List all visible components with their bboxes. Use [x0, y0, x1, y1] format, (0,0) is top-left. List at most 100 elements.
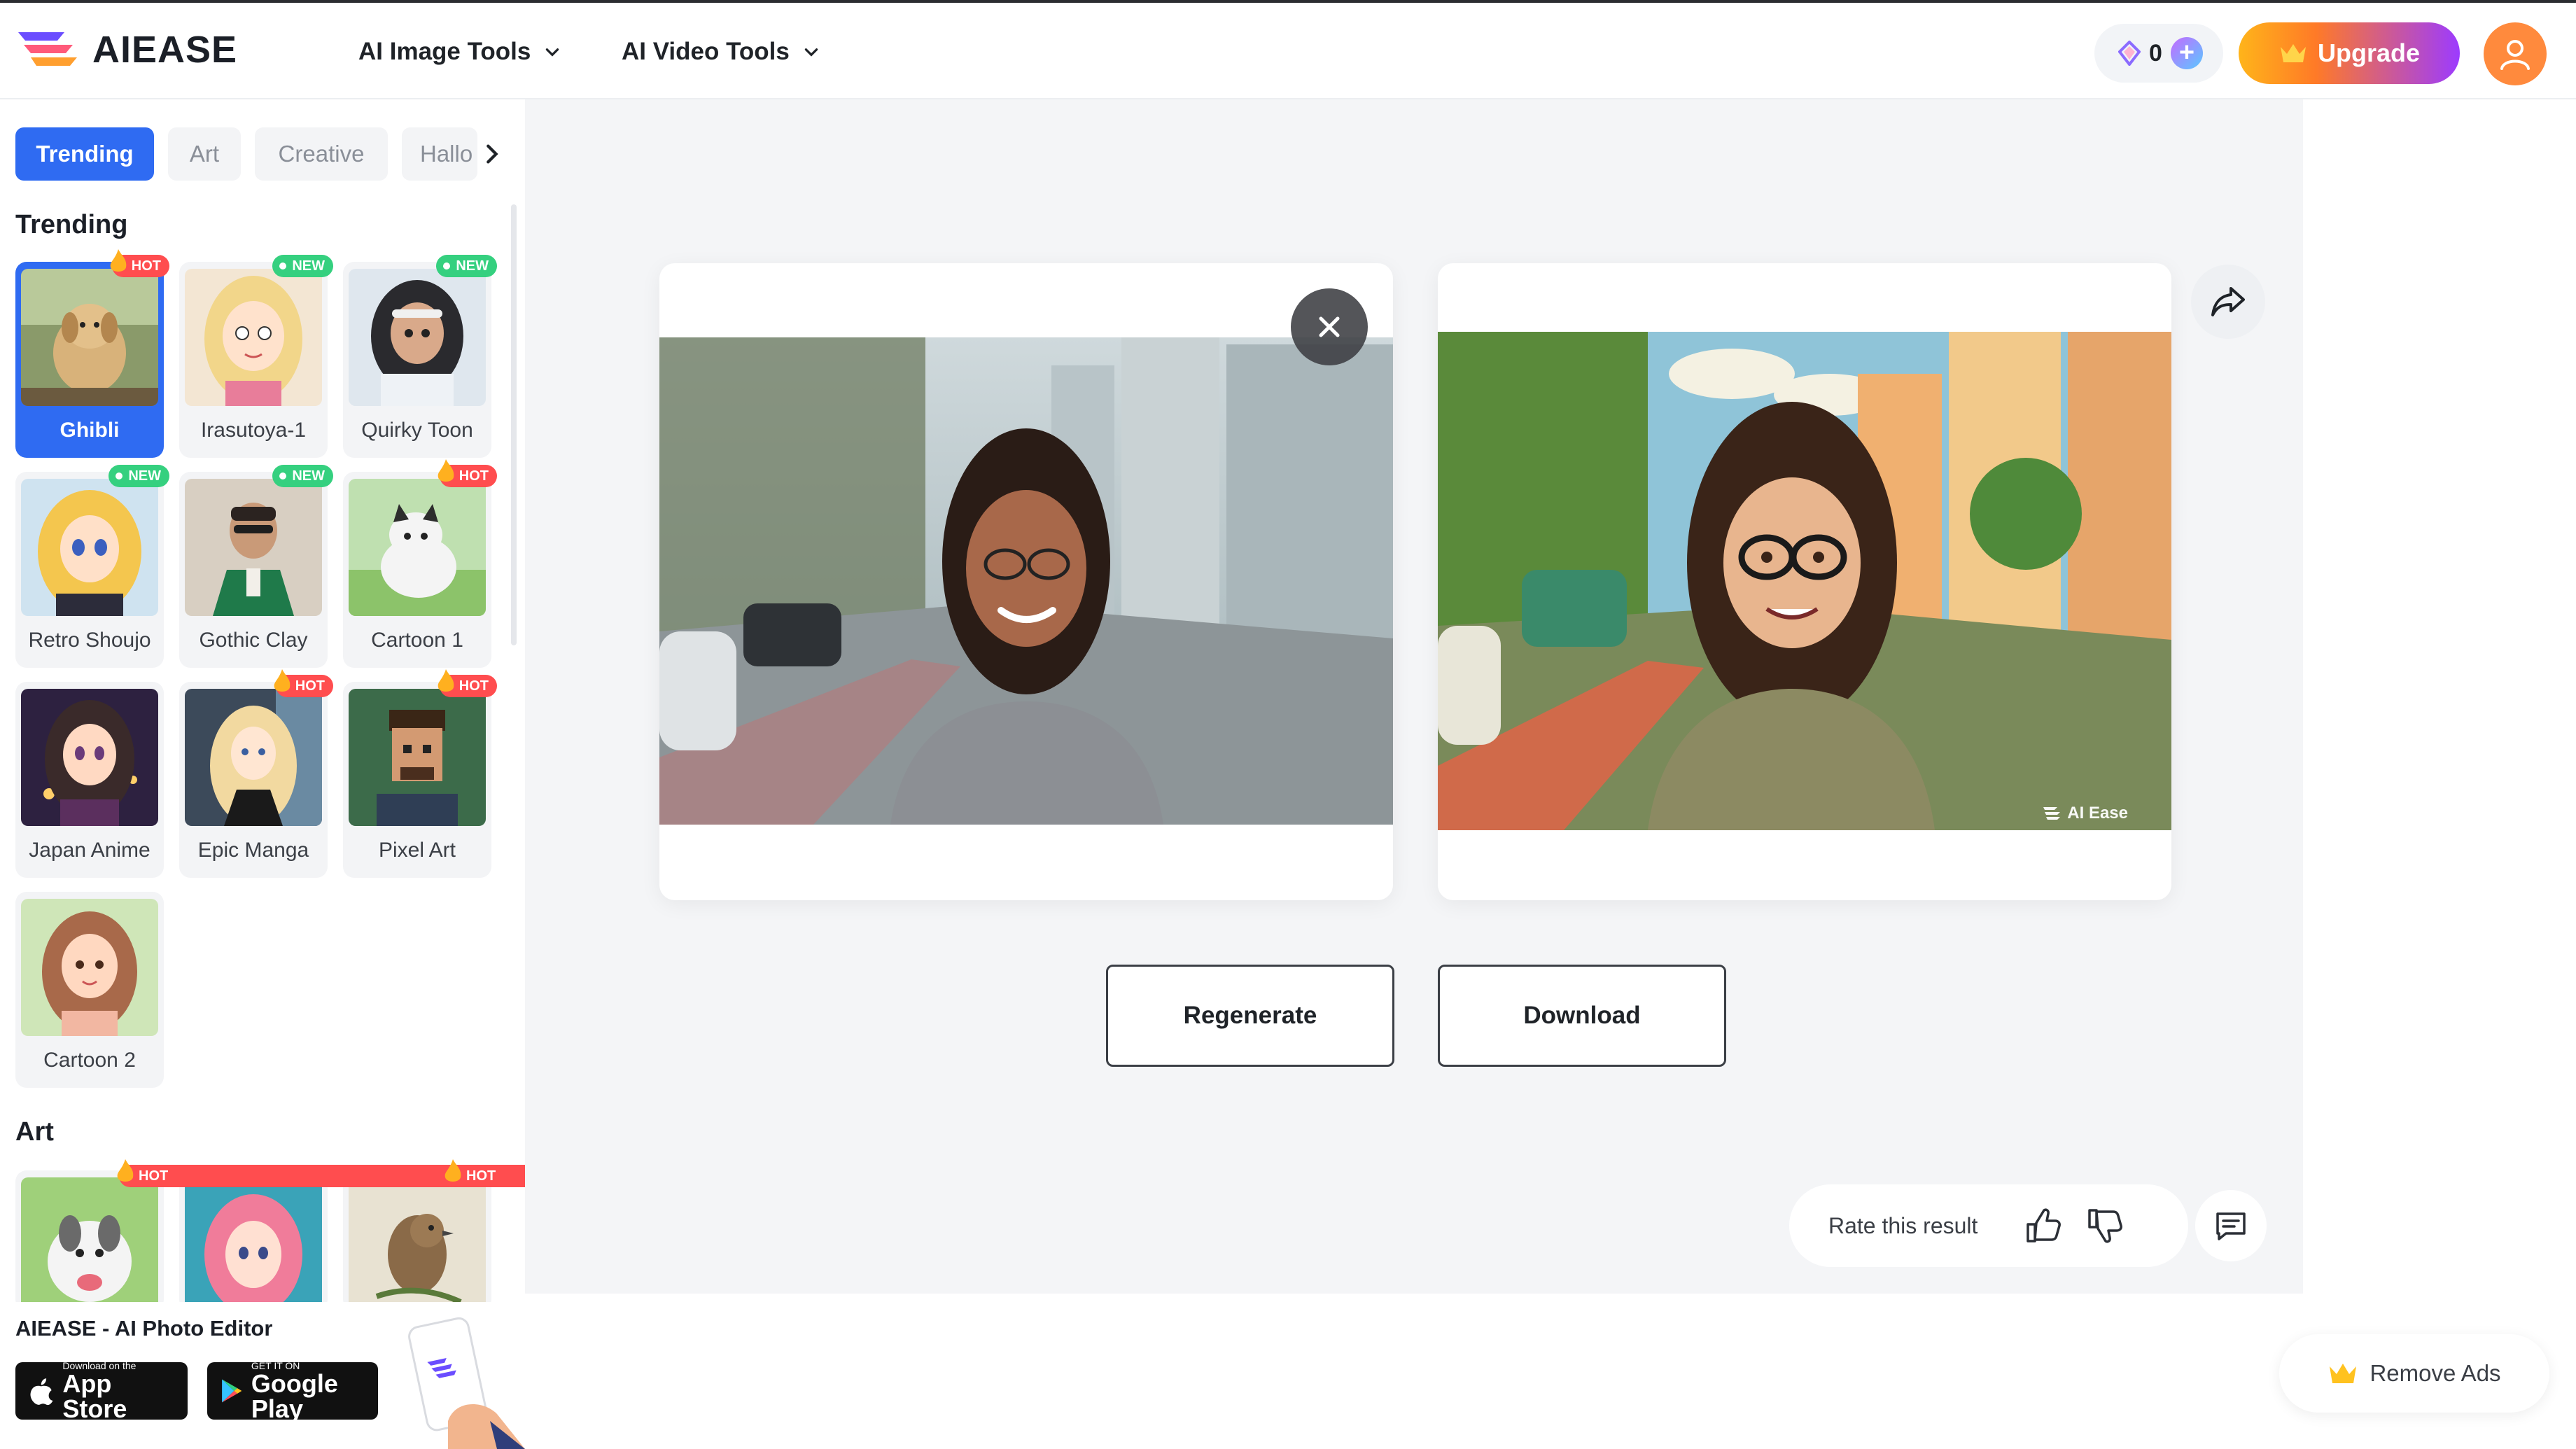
- regenerate-button[interactable]: Regenerate: [1106, 965, 1394, 1067]
- badge-label: HOT: [139, 1168, 169, 1184]
- tab-trending[interactable]: Trending: [15, 127, 154, 181]
- style-thumb: [21, 899, 158, 1036]
- add-credits-icon[interactable]: +: [2170, 37, 2203, 69]
- share-button[interactable]: [2191, 265, 2265, 339]
- user-icon: [2500, 40, 2530, 70]
- style-card-japan-anime[interactable]: Japan Anime: [15, 682, 164, 878]
- feedback-button[interactable]: [2195, 1190, 2267, 1261]
- right-ad-area: [2303, 99, 2576, 1449]
- tab-art[interactable]: Art: [168, 127, 241, 181]
- style-label: Cartoon 2: [43, 1049, 136, 1072]
- style-card-epic-manga[interactable]: HOT Epic Manga: [179, 669, 333, 878]
- flame-icon: [117, 1159, 134, 1182]
- watermark-text: AI Ease: [2067, 804, 2128, 822]
- style-card-irasutoya-1[interactable]: NEW Irasutoya-1: [179, 255, 333, 458]
- tab-creative[interactable]: Creative: [255, 127, 388, 181]
- new-badge: NEW: [272, 255, 333, 277]
- badge-label: NEW: [292, 468, 325, 484]
- rate-prompt: Rate this result: [1828, 1212, 1978, 1238]
- tab-halloween[interactable]: Hallo: [402, 127, 477, 181]
- close-icon: [1319, 316, 1340, 337]
- badge-label: NEW: [292, 258, 325, 274]
- aiease-logo-icon: [2043, 807, 2061, 820]
- user-avatar[interactable]: [2484, 22, 2547, 85]
- art-style-card[interactable]: [343, 1170, 491, 1310]
- upgrade-button[interactable]: Upgrade: [2239, 22, 2460, 84]
- style-thumb: [349, 1177, 486, 1310]
- nav-ai-image-tools[interactable]: AI Image Tools: [358, 38, 561, 66]
- style-card-cartoon-2[interactable]: Cartoon 2: [15, 892, 164, 1088]
- ai-ease-watermark: AI Ease: [2042, 804, 2128, 823]
- apple-icon: [30, 1378, 53, 1406]
- original-image-panel: [659, 263, 1393, 900]
- chevron-down-icon: [546, 48, 559, 57]
- brand-name[interactable]: AIEASE: [92, 28, 237, 71]
- style-card-ghibli[interactable]: HOT Ghibli: [15, 249, 169, 458]
- top-header: AIEASE AI Image Tools AI Video Tools 0 +…: [0, 3, 2576, 99]
- style-thumb: [21, 1177, 158, 1310]
- style-thumb: [349, 689, 486, 826]
- style-thumb: [21, 269, 158, 406]
- google-play-big-text: Google Play: [251, 1369, 338, 1423]
- remove-image-button[interactable]: [1291, 288, 1368, 365]
- style-card-cartoon-1[interactable]: HOT Cartoon 1: [343, 459, 497, 668]
- style-label: Pixel Art: [378, 839, 456, 862]
- flame-icon: [438, 669, 454, 692]
- chevron-right-icon[interactable]: [480, 140, 504, 168]
- style-thumb: [349, 479, 486, 616]
- chat-icon: [2216, 1212, 2246, 1240]
- style-label: Japan Anime: [29, 839, 150, 862]
- art-style-card[interactable]: [179, 1170, 328, 1310]
- upgrade-label: Upgrade: [2317, 38, 2421, 67]
- style-label: Irasutoya-1: [200, 419, 307, 442]
- flame-icon: [274, 669, 290, 692]
- chevron-down-icon: [804, 48, 818, 57]
- style-thumb: [349, 269, 486, 406]
- credits-pill[interactable]: 0 +: [2094, 24, 2223, 83]
- crown-icon: [2330, 1364, 2357, 1383]
- style-thumb: [185, 479, 322, 616]
- hot-badge: HOT: [274, 669, 333, 697]
- badge-label: HOT: [458, 468, 489, 484]
- badge-label: HOT: [295, 678, 325, 694]
- new-badge: NEW: [272, 465, 333, 487]
- style-sidebar: Trending Art Creative Hallo Trending HOT…: [0, 99, 525, 1449]
- style-card-retro-shoujo[interactable]: NEW Retro Shoujo: [15, 465, 169, 668]
- thumbs-up-icon[interactable]: [2024, 1206, 2063, 1245]
- crown-icon: [2280, 44, 2306, 62]
- credits-count: 0: [2149, 39, 2162, 66]
- style-label: Gothic Clay: [199, 629, 308, 652]
- hot-badge: HOT: [438, 669, 497, 697]
- section-title-trending: Trending: [15, 210, 128, 239]
- style-label: Quirky Toon: [361, 419, 473, 442]
- style-label: Retro Shoujo: [28, 629, 151, 652]
- remove-ads-button[interactable]: Remove Ads: [2279, 1334, 2549, 1413]
- style-card-quirky-toon[interactable]: NEW Quirky Toon: [343, 255, 497, 458]
- thumbs-down-icon[interactable]: [2085, 1206, 2124, 1245]
- sidebar-scrollbar[interactable]: [511, 204, 517, 645]
- app-store-button[interactable]: Download on the App Store: [15, 1360, 188, 1422]
- new-badge: NEW: [436, 255, 497, 277]
- aiease-logo-icon[interactable]: [15, 28, 80, 71]
- hot-badge: HOT: [110, 249, 169, 277]
- style-card-gothic-clay[interactable]: NEW Gothic Clay: [179, 465, 333, 668]
- flame-icon: [110, 249, 127, 272]
- flame-icon: [438, 459, 454, 482]
- section-title-art: Art: [15, 1117, 54, 1147]
- hot-badge: HOT: [438, 459, 497, 487]
- rating-bar: Rate this result: [1789, 1184, 2188, 1267]
- style-thumb: [185, 1177, 322, 1310]
- art-style-card[interactable]: [15, 1170, 164, 1310]
- app-promo-title: AIEASE - AI Photo Editor: [15, 1316, 273, 1340]
- download-button[interactable]: Download: [1438, 965, 1726, 1067]
- generated-image-panel: AI Ease: [1438, 263, 2171, 900]
- share-icon: [2211, 287, 2245, 316]
- google-play-icon: [222, 1379, 242, 1403]
- phone-illustration-icon: [408, 1317, 525, 1449]
- style-card-pixel-art[interactable]: HOT Pixel Art: [343, 669, 497, 878]
- nav-ai-video-tools[interactable]: AI Video Tools: [622, 38, 820, 66]
- remove-ads-label: Remove Ads: [2370, 1360, 2501, 1386]
- style-thumb: [185, 689, 322, 826]
- badge-label: NEW: [456, 258, 489, 274]
- google-play-button[interactable]: GET IT ON Google Play: [207, 1360, 378, 1423]
